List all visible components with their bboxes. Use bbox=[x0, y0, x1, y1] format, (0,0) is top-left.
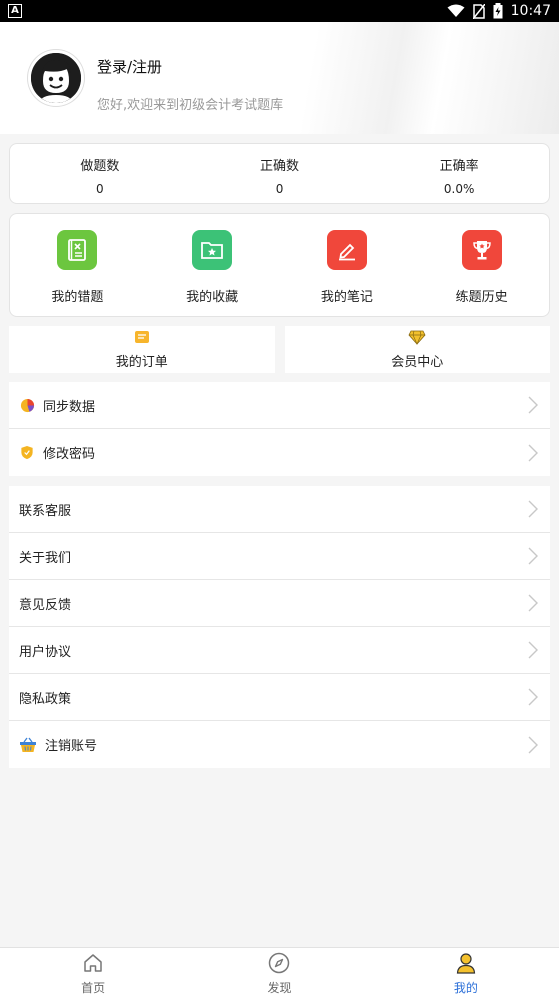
list-item-label: 隐私政策 bbox=[19, 691, 72, 707]
about-us-item[interactable]: 关于我们 bbox=[9, 533, 550, 580]
stat-accuracy: 正确率 0.0% bbox=[369, 144, 549, 203]
feature-favorites[interactable]: 我的收藏 bbox=[145, 214, 280, 316]
list-item-label: 意见反馈 bbox=[19, 597, 72, 613]
feature-history[interactable]: 练题历史 bbox=[414, 214, 549, 316]
feature-notes[interactable]: 我的笔记 bbox=[280, 214, 415, 316]
sync-data-item[interactable]: 同步数据 bbox=[9, 382, 550, 429]
chevron-right-icon bbox=[528, 594, 538, 612]
status-bar: A 10:47 bbox=[0, 0, 559, 22]
chevron-right-icon bbox=[528, 547, 538, 565]
battery-icon bbox=[493, 3, 503, 19]
my-orders-button[interactable]: 我的订单 bbox=[9, 326, 275, 373]
feedback-item[interactable]: 意见反馈 bbox=[9, 580, 550, 627]
status-time: 10:47 bbox=[510, 3, 551, 19]
chevron-right-icon bbox=[528, 688, 538, 706]
tab-label: 发现 bbox=[267, 981, 292, 995]
bottom-tab-bar: 首页 发现 我的 bbox=[0, 947, 559, 995]
profile-header: 登录/注册 您好,欢迎来到初级会计考试题库 bbox=[0, 22, 559, 134]
note-pencil-icon bbox=[326, 230, 367, 270]
feature-label: 我的笔记 bbox=[320, 290, 373, 305]
chevron-right-icon bbox=[528, 444, 538, 461]
list-item-label: 用户协议 bbox=[19, 644, 72, 660]
tab-discover[interactable]: 发现 bbox=[186, 948, 372, 995]
list-group-info: 联系客服 关于我们 意见反馈 用户协议 隐私政策 注销账号 bbox=[9, 486, 550, 768]
tab-label: 我的 bbox=[453, 981, 478, 995]
wrong-book-icon bbox=[57, 230, 98, 270]
stat-value: 0.0% bbox=[443, 182, 475, 196]
notification-icon: A bbox=[8, 4, 22, 18]
list-item-label: 注销账号 bbox=[45, 739, 98, 754]
tab-home[interactable]: 首页 bbox=[0, 948, 186, 995]
contact-support-item[interactable]: 联系客服 bbox=[9, 486, 550, 533]
vip-label: 会员中心 bbox=[391, 355, 444, 370]
basket-icon bbox=[19, 737, 37, 753]
stat-value: 0 bbox=[96, 182, 104, 196]
avatar[interactable] bbox=[28, 50, 84, 106]
stat-label: 做题数 bbox=[80, 159, 120, 174]
chevron-right-icon bbox=[528, 396, 538, 414]
order-label: 我的订单 bbox=[115, 355, 168, 370]
feature-wrong-questions[interactable]: 我的错题 bbox=[10, 214, 145, 316]
change-password-item[interactable]: 修改密码 bbox=[9, 429, 550, 476]
feature-card: 我的错题 我的收藏 我的笔记 练题历史 bbox=[9, 213, 550, 317]
login-register-link[interactable]: 登录/注册 bbox=[97, 56, 162, 77]
shield-icon bbox=[19, 445, 35, 461]
stat-correct-count: 正确数 0 bbox=[190, 144, 370, 203]
list-item-label: 修改密码 bbox=[43, 447, 96, 462]
stat-label: 正确数 bbox=[260, 159, 300, 174]
user-agreement-item[interactable]: 用户协议 bbox=[9, 627, 550, 674]
stat-value: 0 bbox=[275, 182, 284, 196]
vip-center-button[interactable]: 会员中心 bbox=[284, 326, 550, 373]
chevron-right-icon bbox=[528, 500, 538, 518]
stats-card: 做题数 0 正确数 0 正确率 0.0% bbox=[9, 143, 550, 204]
order-row: 我的订单 会员中心 bbox=[9, 326, 550, 373]
list-item-label: 同步数据 bbox=[43, 399, 96, 415]
chevron-right-icon bbox=[528, 641, 538, 659]
sync-pie-icon bbox=[19, 397, 35, 413]
wifi-icon bbox=[447, 4, 465, 17]
order-icon bbox=[134, 331, 149, 343]
list-group-account: 同步数据 修改密码 bbox=[9, 382, 550, 476]
favorite-folder-icon bbox=[192, 230, 233, 270]
list-item-label: 联系客服 bbox=[19, 503, 72, 519]
diamond-icon bbox=[408, 330, 426, 345]
chevron-right-icon bbox=[528, 736, 538, 753]
feature-label: 练题历史 bbox=[455, 290, 508, 305]
welcome-text: 您好,欢迎来到初级会计考试题库 bbox=[97, 98, 284, 113]
list-item-label: 关于我们 bbox=[19, 550, 72, 566]
compass-icon bbox=[269, 952, 290, 974]
tab-label: 首页 bbox=[81, 981, 106, 995]
no-sim-icon bbox=[472, 3, 485, 19]
user-icon bbox=[456, 953, 475, 974]
trophy-icon bbox=[461, 230, 502, 270]
stat-label: 正确率 bbox=[439, 159, 479, 174]
delete-account-item[interactable]: 注销账号 bbox=[9, 721, 550, 768]
home-icon bbox=[84, 954, 102, 972]
feature-label: 我的收藏 bbox=[186, 290, 239, 305]
privacy-policy-item[interactable]: 隐私政策 bbox=[9, 674, 550, 721]
stat-question-count: 做题数 0 bbox=[10, 144, 190, 203]
tab-mine[interactable]: 我的 bbox=[373, 948, 559, 995]
feature-label: 我的错题 bbox=[51, 290, 104, 305]
